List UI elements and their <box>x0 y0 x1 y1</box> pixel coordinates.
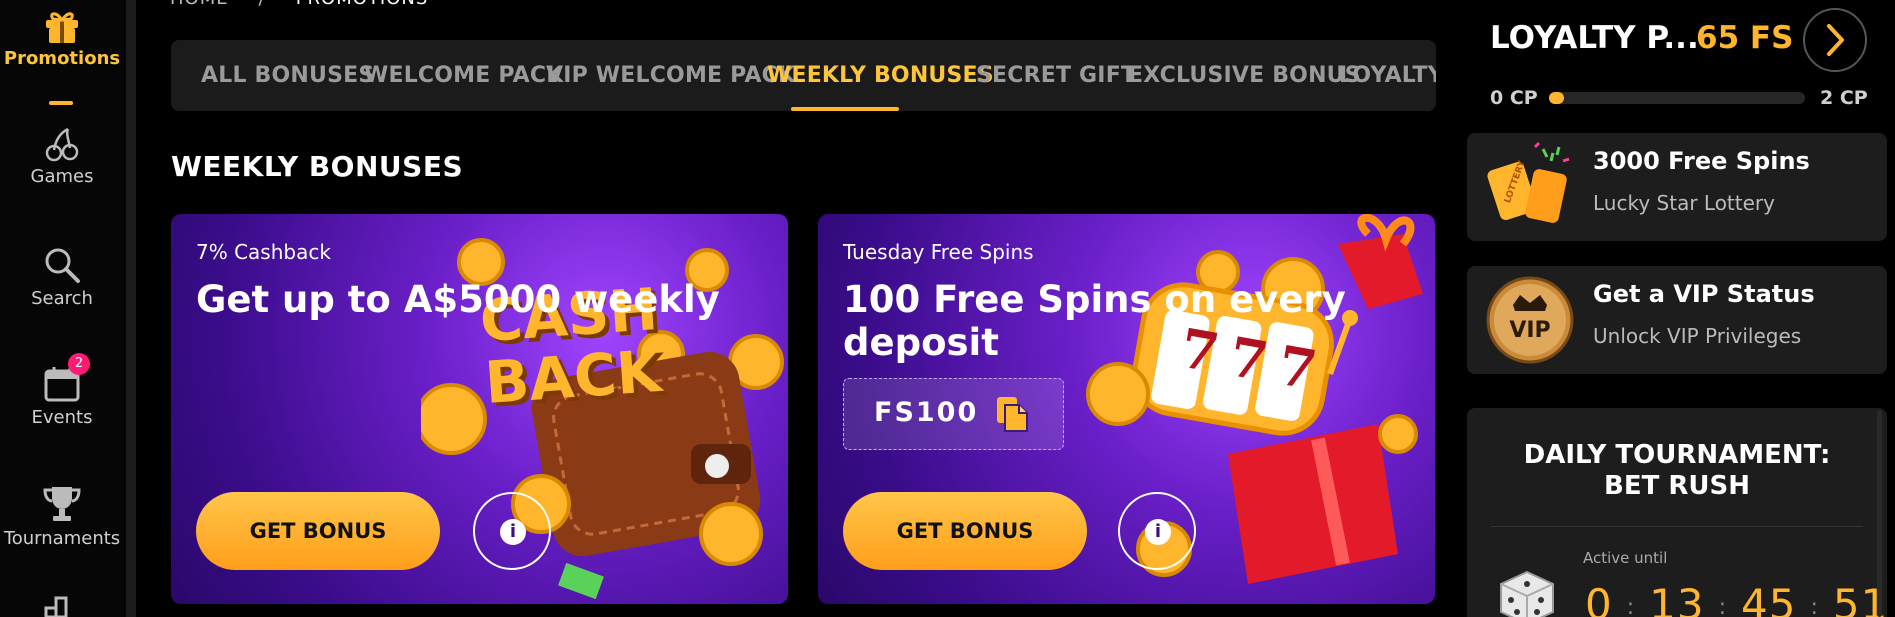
active-tab-underline <box>791 107 899 111</box>
loyalty-next-button[interactable] <box>1803 8 1867 72</box>
promo-code-box[interactable]: FS100 <box>843 378 1064 450</box>
chart-bars-icon[interactable] <box>44 596 80 617</box>
active-until-label: Active until <box>1583 549 1668 567</box>
sidebar-item-label: Promotions <box>3 48 121 69</box>
breadcrumb-home[interactable]: HOME <box>170 0 229 9</box>
tab-vip-welcome-pack[interactable]: VIP WELCOME PACK <box>546 63 795 88</box>
get-bonus-button[interactable]: GET BONUS <box>196 492 440 570</box>
sidebar-item-tournaments[interactable]: Tournaments <box>0 484 124 549</box>
events-badge: 2 <box>68 353 90 375</box>
card-headline: Get up to A$5000 weekly <box>196 278 720 321</box>
card-subtitle: Tuesday Free Spins <box>843 240 1034 264</box>
cherries-icon <box>45 127 79 162</box>
tab-all-bonuses[interactable]: ALL BONUSES <box>201 63 374 88</box>
sidebar-item-label: Search <box>31 288 93 309</box>
bonus-card-free-spins: 777 Tuesday Free Spins 100 Free Spins on… <box>818 214 1435 604</box>
sidebar-divider <box>126 0 136 617</box>
tournament-title: DAILY TOURNAMENT: BET RUSH <box>1523 440 1831 501</box>
tab-secret-gift[interactable]: SECRET GIFT <box>976 63 1136 88</box>
daily-tournament-card[interactable]: DAILY TOURNAMENT: BET RUSH Active until … <box>1467 408 1887 617</box>
breadcrumb-separator: / <box>259 0 266 9</box>
promo-tile-vip[interactable]: VIP Get a VIP Status Unlock VIP Privileg… <box>1467 266 1887 374</box>
card-headline: 100 Free Spins on every deposit <box>843 278 1346 364</box>
timer-days: 0 <box>1585 580 1613 617</box>
active-indicator <box>49 101 73 105</box>
promo-tile-subtitle: Lucky Star Lottery <box>1593 191 1775 215</box>
promotion-tabs: ALL BONUSES WELCOME PACK VIP WELCOME PAC… <box>171 40 1436 111</box>
gift-icon <box>46 12 78 43</box>
info-icon: i <box>500 519 526 545</box>
search-icon <box>45 248 80 283</box>
promo-code: FS100 <box>874 397 979 428</box>
breadcrumb-current: PROMOTIONS <box>296 0 429 9</box>
trophy-icon <box>43 487 81 521</box>
vip-icon-label: VIP <box>1509 318 1551 343</box>
copy-icon <box>997 397 1028 432</box>
promo-tile-subtitle: Unlock VIP Privileges <box>1593 324 1802 348</box>
countdown-timer: 0:13:45:51 <box>1585 580 1888 617</box>
tab-exclusive-bonus[interactable]: EXCLUSIVE BONUS <box>1128 63 1361 88</box>
loyalty-title: LOYALTY P... <box>1490 20 1699 56</box>
sidebar-item-search[interactable]: Search <box>0 246 124 309</box>
sidebar-item-label: Tournaments <box>3 528 121 549</box>
promo-tile-lottery[interactable]: LOTTERY 3000 Free Spins Lucky Star Lotte… <box>1467 133 1887 241</box>
timer-minutes: 45 <box>1741 580 1797 617</box>
divider <box>1491 526 1863 527</box>
promo-tile-title: Get a VIP Status <box>1593 280 1815 308</box>
loyalty-max-label: 2 CP <box>1820 87 1868 109</box>
timer-hours: 13 <box>1649 580 1705 617</box>
lottery-tickets-icon <box>1487 141 1570 223</box>
breadcrumb: HOME / PROMOTIONS <box>170 0 428 9</box>
card-subtitle: 7% Cashback <box>196 240 331 264</box>
section-title: WEEKLY BONUSES <box>171 150 464 183</box>
info-icon: i <box>1145 519 1171 545</box>
loyalty-progress-bar <box>1549 92 1805 104</box>
tab-weekly-bonuses[interactable]: WEEKLY BONUSES <box>767 63 994 88</box>
sidebar-item-label: Games <box>30 166 94 187</box>
dice-icon <box>1500 570 1554 617</box>
get-bonus-button[interactable]: GET BONUS <box>843 492 1087 570</box>
loyalty-progress-fill <box>1549 92 1565 104</box>
chevron-right-icon <box>1827 24 1844 56</box>
loyalty-reward: 65 FS <box>1696 20 1794 56</box>
sidebar-item-events[interactable]: Events <box>0 365 124 428</box>
sidebar-item-games[interactable]: Games <box>0 126 124 187</box>
tab-loyalty[interactable]: LOYALTY <box>1339 63 1436 88</box>
info-button[interactable]: i <box>473 492 551 570</box>
loyalty-min-label: 0 CP <box>1490 87 1538 109</box>
bonus-card-cashback: CASH BACK 7% Cashback Get up to A$5000 w… <box>171 214 788 604</box>
info-button[interactable]: i <box>1118 492 1196 570</box>
sidebar-item-promotions[interactable]: Promotions <box>0 8 124 69</box>
promo-tile-title: 3000 Free Spins <box>1593 147 1810 175</box>
sidebar-item-label: Events <box>31 407 93 428</box>
panel-scrollbar[interactable] <box>1877 410 1882 617</box>
tab-welcome-pack[interactable]: WELCOME PACK <box>364 63 563 88</box>
